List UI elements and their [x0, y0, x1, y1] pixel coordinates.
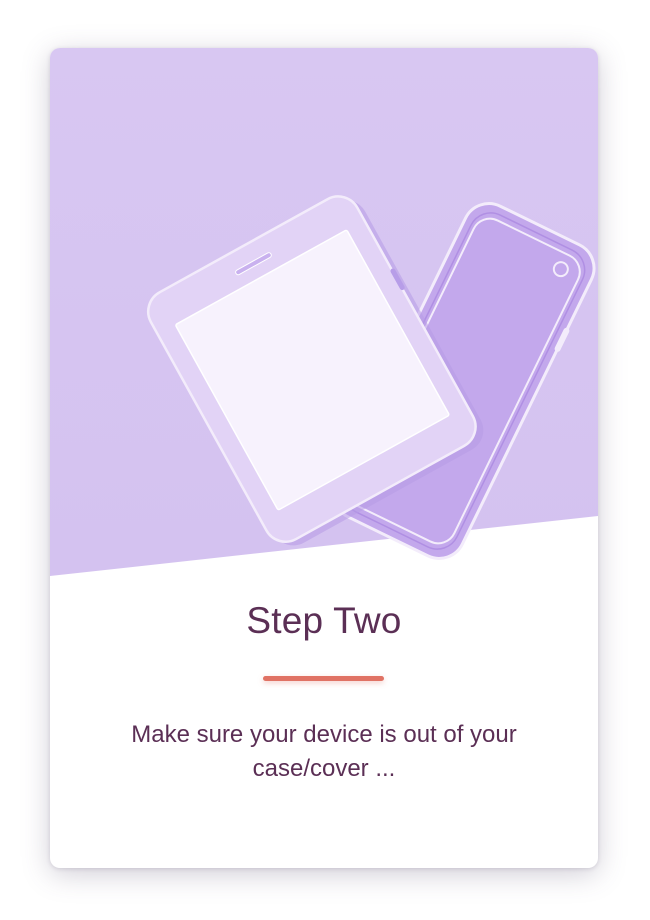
onboarding-card: Step Two Make sure your device is out of… — [50, 48, 598, 868]
phone-and-case-illustration — [50, 48, 598, 576]
step-title: Step Two — [246, 600, 402, 641]
illustration-panel — [50, 48, 598, 578]
title-divider — [263, 676, 384, 681]
step-description: Make sure your device is out of your cas… — [131, 721, 517, 782]
